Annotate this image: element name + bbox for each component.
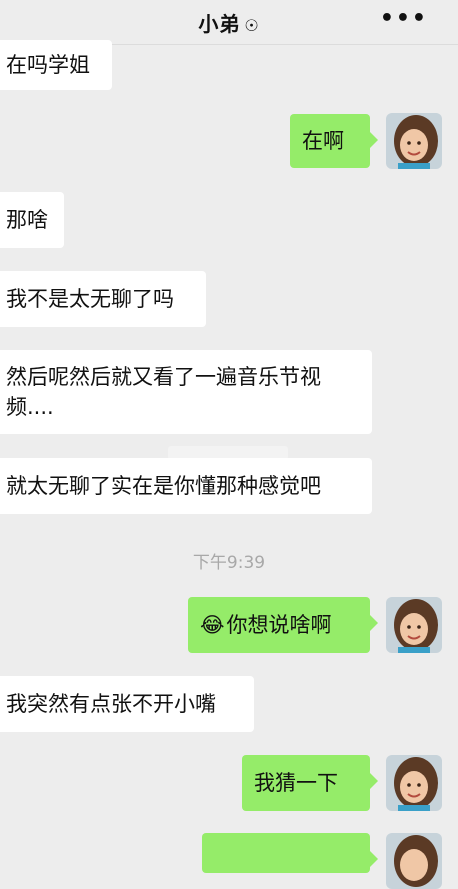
message-text-line2: 频.... — [6, 395, 54, 419]
message-bubble[interactable]: 那啥 — [0, 192, 64, 248]
message-bubble[interactable]: 😂 你想说啥啊 — [188, 597, 378, 653]
avatar-icon[interactable] — [386, 833, 442, 889]
timestamp: 下午9:39 — [192, 553, 266, 573]
message-bubble[interactable]: 我猜一下 — [242, 755, 378, 811]
message-text: 在啊 — [302, 129, 344, 153]
message-bubble[interactable]: 在啊 — [290, 114, 378, 168]
message-bubble[interactable]: 在吗学姐 — [0, 40, 112, 90]
message-text: 我猜一下 — [254, 771, 338, 795]
avatar-icon[interactable] — [386, 755, 442, 811]
message-text: 那啥 — [6, 208, 48, 232]
more-options-button[interactable]: ••• — [380, 6, 428, 31]
message-text: 我不是太无聊了吗 — [6, 287, 174, 311]
message-text: 就太无聊了实在是你懂那种感觉吧 — [6, 474, 321, 498]
chat-header: 小弟 ☉ ••• — [0, 0, 458, 45]
laughing-emoji-icon: 😂 — [200, 613, 225, 637]
contact-name: 小弟 — [198, 12, 241, 36]
avatar-icon[interactable] — [386, 597, 442, 653]
avatar-icon[interactable] — [386, 113, 442, 169]
message-text-line1: 然后呢然后就又看了一遍音乐节视 — [6, 365, 321, 389]
message-bubble[interactable]: 然后呢然后就又看了一遍音乐节视 频.... — [0, 350, 372, 434]
message-bubble[interactable]: 我突然有点张不开小嘴 — [0, 676, 254, 732]
message-bubble[interactable] — [202, 833, 378, 873]
message-text: 在吗学姐 — [6, 53, 90, 77]
message-text: 你想说啥啊 — [226, 613, 332, 637]
message-bubble[interactable]: 就太无聊了实在是你懂那种感觉吧 — [0, 458, 372, 514]
message-text: 我突然有点张不开小嘴 — [6, 692, 216, 716]
status-icon: ☉ — [244, 16, 260, 35]
message-bubble[interactable]: 我不是太无聊了吗 — [0, 271, 206, 327]
